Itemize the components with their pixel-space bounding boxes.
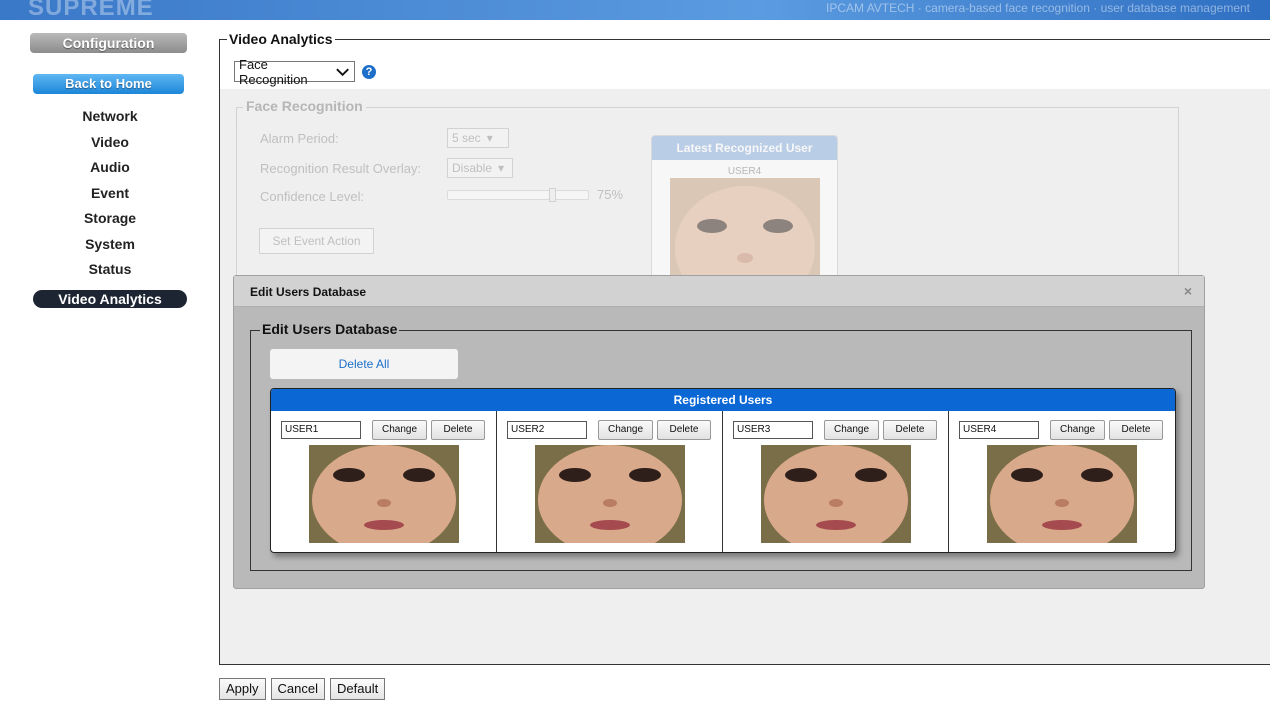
user-face-photo	[309, 445, 459, 543]
alarm-period-value: 5 sec	[452, 131, 481, 145]
banner-marquee: IPCAM AVTECH · camera-based face recogni…	[826, 1, 1250, 15]
edit-users-modal: Edit Users Database × Edit Users Databas…	[233, 275, 1205, 589]
top-banner: SUPREME IPCAM AVTECH · camera-based face…	[0, 0, 1270, 20]
user-name-field[interactable]: USER3	[733, 421, 813, 439]
overlay-label: Recognition Result Overlay:	[260, 161, 422, 176]
overlay-value: Disable	[452, 161, 493, 175]
registered-users-row: USER1 Change Delete USER2 Change Delete …	[271, 411, 1175, 552]
user-card: USER2 Change Delete	[497, 411, 723, 552]
sidebar-item-video-analytics[interactable]: Video Analytics	[33, 289, 187, 308]
configuration-button[interactable]: Configuration	[30, 33, 187, 53]
user-face-photo	[761, 445, 911, 543]
cancel-button[interactable]: Cancel	[270, 678, 325, 700]
modal-fieldset-legend: Edit Users Database	[260, 321, 400, 337]
delete-button[interactable]: Delete	[1109, 420, 1163, 440]
analytics-type-value: Face Recognition	[239, 56, 308, 87]
section-title: Video Analytics	[227, 31, 336, 47]
delete-all-button[interactable]: Delete All	[270, 349, 458, 379]
chevron-down-icon: ▾	[498, 161, 505, 175]
sidebar-item-storage[interactable]: Storage	[28, 210, 192, 236]
default-button[interactable]: Default	[330, 678, 386, 700]
modal-header: Edit Users Database ×	[234, 276, 1204, 307]
sidebar-menu: Network Video Audio Event Storage System…	[28, 108, 188, 308]
delete-button[interactable]: Delete	[883, 420, 937, 440]
modal-title: Edit Users Database	[250, 285, 367, 299]
analytics-type-select[interactable]: Face Recognition	[234, 57, 355, 87]
user-name-field[interactable]: USER1	[281, 421, 361, 439]
sidebar: Configuration Back to Home Network Video…	[28, 33, 188, 308]
alarm-period-select[interactable]: 5 sec ▾	[447, 128, 509, 148]
confidence-value: 75%	[597, 187, 624, 202]
slider-thumb[interactable]	[549, 188, 556, 202]
user-face-photo	[987, 445, 1137, 543]
delete-button[interactable]: Delete	[431, 420, 485, 440]
close-icon[interactable]: ×	[1184, 283, 1192, 299]
fieldset-bottom-border	[219, 664, 1270, 665]
sidebar-item-audio[interactable]: Audio	[28, 159, 192, 185]
change-button[interactable]: Change	[824, 420, 879, 440]
user-name-field[interactable]: USER4	[959, 421, 1039, 439]
sidebar-item-status[interactable]: Status	[28, 261, 192, 287]
sidebar-item-system[interactable]: System	[28, 236, 192, 262]
confidence-slider[interactable]	[447, 188, 589, 202]
user-face-photo	[535, 445, 685, 543]
sidebar-item-video[interactable]: Video	[28, 134, 192, 160]
chevron-down-icon	[336, 67, 349, 76]
registered-users-title: Registered Users	[271, 389, 1175, 411]
latest-recognized-title: Latest Recognized User	[652, 136, 837, 160]
analytics-select-row: Face Recognition ?	[234, 57, 376, 87]
latest-recognized-user: USER4	[727, 166, 762, 177]
overlay-select[interactable]: Disable ▾	[447, 158, 513, 178]
user-name-field[interactable]: USER2	[507, 421, 587, 439]
back-to-home-button[interactable]: Back to Home	[33, 74, 184, 94]
set-event-action-button[interactable]: Set Event Action	[259, 228, 374, 254]
chevron-down-icon: ▾	[486, 131, 493, 145]
fieldset-left-border	[219, 39, 220, 665]
apply-button[interactable]: Apply	[219, 678, 266, 700]
user-card: USER3 Change Delete	[723, 411, 949, 552]
registered-users-table: Registered Users USER1 Change Delete USE…	[270, 388, 1176, 553]
alarm-period-label: Alarm Period:	[260, 131, 339, 146]
change-button[interactable]: Change	[372, 420, 427, 440]
sidebar-item-event[interactable]: Event	[28, 185, 192, 211]
form-actions: Apply Cancel Default	[219, 678, 386, 700]
brand-logo: SUPREME	[28, 0, 154, 20]
user-card: USER4 Change Delete	[949, 411, 1175, 552]
confidence-label: Confidence Level:	[260, 189, 365, 204]
face-recognition-legend: Face Recognition	[243, 98, 366, 114]
user-card: USER1 Change Delete	[271, 411, 497, 552]
help-icon[interactable]: ?	[362, 64, 376, 79]
fieldset-top-border	[219, 39, 1270, 40]
delete-button[interactable]: Delete	[657, 420, 711, 440]
sidebar-item-network[interactable]: Network	[28, 108, 192, 134]
change-button[interactable]: Change	[598, 420, 653, 440]
change-button[interactable]: Change	[1050, 420, 1105, 440]
